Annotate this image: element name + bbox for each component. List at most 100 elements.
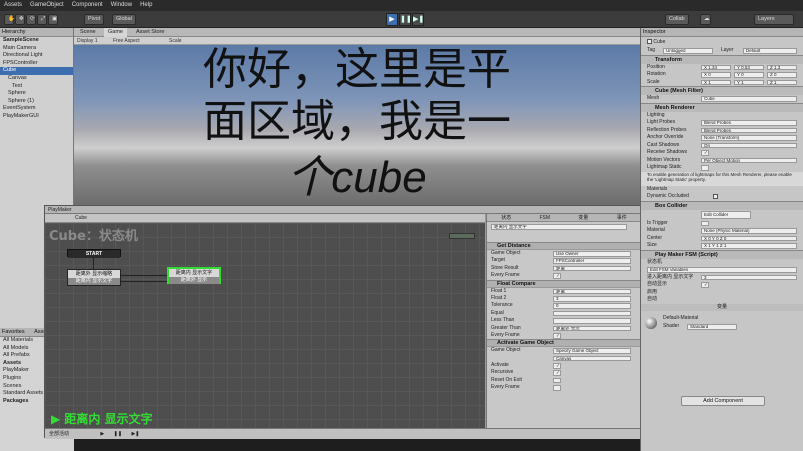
footer-step-icon[interactable]: ▶❚ <box>131 431 139 437</box>
menu-gameobject[interactable]: GameObject <box>26 0 68 11</box>
field-value[interactable]: Specify Game Object <box>553 348 631 354</box>
hierarchy-item[interactable]: Text <box>0 83 73 91</box>
menu-window[interactable]: Window <box>107 0 136 11</box>
shader-dropdown[interactable]: Standard <box>687 324 737 330</box>
z-field[interactable]: Z 0 <box>767 72 797 78</box>
state-event[interactable]: 距离内 显示文字 <box>68 278 120 285</box>
field-value[interactable]: 0 <box>553 303 631 309</box>
action-header-get-distance[interactable]: Get Distance <box>487 242 641 250</box>
hierarchy-item[interactable]: Sphere (1) <box>0 98 73 106</box>
layers-dropdown[interactable]: Layers <box>754 14 794 25</box>
favorites-tab[interactable]: Favorites <box>2 329 25 335</box>
display-dropdown[interactable]: Display 1 <box>77 38 98 44</box>
aspect-dropdown[interactable]: Free Aspect <box>113 38 140 44</box>
field-value[interactable]: 3 <box>553 295 631 302</box>
tab-fsm[interactable]: FSM <box>526 214 565 222</box>
footer-play-icon[interactable]: ▶ <box>100 431 104 437</box>
field-value[interactable]: Per Object Motion <box>701 157 797 164</box>
y-field[interactable]: Y 0.53 <box>734 64 764 71</box>
scale-tool-icon[interactable]: ⤢ <box>37 14 47 25</box>
field-value[interactable]: None (Physic Material) <box>701 228 797 234</box>
move-tool-icon[interactable]: ✥ <box>15 14 25 25</box>
tab-events[interactable]: 事件 <box>603 214 642 222</box>
menu-help[interactable]: Help <box>136 0 156 11</box>
tab-game[interactable]: Game <box>104 28 127 37</box>
field-value[interactable]: X 0 Y 0 Z 0 <box>701 235 797 242</box>
edit-fsm-variables-button[interactable]: Edit FSM Variables <box>647 267 797 273</box>
hierarchy-item[interactable]: Canvas <box>0 75 73 83</box>
hierarchy-tab[interactable]: Hierarchy <box>0 28 73 37</box>
field-checkbox[interactable]: ✓ <box>701 150 709 156</box>
cloud-icon[interactable]: ☁ <box>700 14 711 25</box>
tab-state[interactable]: 状态 <box>487 214 526 222</box>
state-event[interactable]: 距离外 显示 <box>169 277 219 284</box>
box-collider-header[interactable]: Box Collider <box>641 200 803 210</box>
field-value[interactable]: On <box>701 142 797 149</box>
variables-bar[interactable]: 变量 <box>641 303 803 311</box>
field-value[interactable]: FPSController <box>553 258 631 264</box>
step-button[interactable]: ▶❚ <box>412 13 424 26</box>
field-value[interactable]: X 1 Y 1 Z 1 <box>701 243 797 249</box>
dynamic-occluded-checkbox[interactable] <box>713 194 718 199</box>
x-field[interactable]: X 0 <box>701 72 731 78</box>
y-field[interactable]: Y 0 <box>734 72 764 78</box>
game-viewport[interactable]: 你好，这里是平 面区域，我是一 个cube <box>74 45 640 208</box>
pivot-button[interactable]: Pivot <box>84 14 105 25</box>
tab-variables[interactable]: 变量 <box>564 214 603 222</box>
hierarchy-item[interactable]: Directional Light <box>0 52 73 60</box>
minimap-icon[interactable] <box>449 233 475 239</box>
hierarchy-item[interactable]: FPSController <box>0 60 73 68</box>
material-name[interactable]: Default-Material <box>663 315 698 322</box>
active-checkbox[interactable] <box>647 39 652 45</box>
z-field[interactable]: Z 1.3 <box>767 64 797 71</box>
field-checkbox[interactable] <box>701 220 709 227</box>
menu-component[interactable]: Component <box>68 0 107 11</box>
field-value[interactable]: 距离外 显示 <box>553 325 631 332</box>
field-checkbox[interactable]: ✓ <box>553 363 561 369</box>
start-node[interactable]: START <box>67 249 121 258</box>
hierarchy-item[interactable]: Main Camera <box>0 45 73 53</box>
field-value[interactable]: Canvas <box>553 355 631 362</box>
field-value[interactable]: 距离 <box>553 288 631 295</box>
x-field[interactable]: X 1 <box>701 79 731 86</box>
object-name[interactable]: Cube <box>653 39 665 45</box>
rect-tool-icon[interactable]: ▣ <box>48 14 58 25</box>
field-value[interactable]: None (Transform) <box>701 135 797 141</box>
scale-slider-label[interactable]: Scale <box>169 38 182 44</box>
play-button[interactable]: ▶ <box>386 13 398 26</box>
field-value[interactable]: 3 <box>701 274 797 281</box>
hierarchy-item[interactable]: EventSystem <box>0 105 73 113</box>
edit-collider-button[interactable]: Edit Collider <box>701 210 751 219</box>
field-checkbox[interactable]: ✓ <box>701 282 709 288</box>
field-checkbox[interactable]: ✓ <box>553 370 561 377</box>
field-checkbox[interactable]: ✓ <box>553 273 561 279</box>
field-value[interactable]: Blend Probes <box>701 120 797 126</box>
global-button[interactable]: Global <box>112 14 136 25</box>
z-field[interactable]: Z 1 <box>767 79 797 86</box>
pause-button[interactable]: ❚❚ <box>399 13 412 26</box>
field-checkbox[interactable] <box>553 377 561 384</box>
field-value[interactable]: 距离 <box>553 265 631 272</box>
field-value[interactable] <box>553 310 631 317</box>
tag-dropdown[interactable]: Untagged <box>663 48 713 54</box>
playmaker-fsm-header[interactable]: Play Maker FSM (Script) <box>641 249 803 259</box>
footer-pause-icon[interactable]: ❚❚ <box>114 431 122 437</box>
hierarchy-item[interactable]: Sphere <box>0 90 73 98</box>
mesh-filter-header[interactable]: Cube (Mesh Filter) <box>641 86 803 95</box>
state-node-outside[interactable]: 距离外 显示缩略 距离内 显示文字 <box>67 269 121 286</box>
y-field[interactable]: Y 1 <box>734 79 764 86</box>
tab-asset-store[interactable]: Asset Store <box>132 28 168 37</box>
state-node-inside[interactable]: 距离内 显示文字 距离外 显示 <box>167 267 221 284</box>
rotate-tool-icon[interactable]: ⟳ <box>26 14 36 25</box>
menu-assets[interactable]: Assets <box>0 0 26 11</box>
inspector-tab[interactable]: Inspector <box>641 28 803 37</box>
mesh-renderer-header[interactable]: Mesh Renderer <box>641 102 803 112</box>
field-checkbox[interactable] <box>553 385 561 391</box>
field-value[interactable] <box>553 318 631 324</box>
field-value[interactable]: Blend Probes <box>701 127 797 134</box>
collab-button[interactable]: Collab <box>665 14 689 25</box>
hierarchy-item[interactable]: PlayMakerGUI <box>0 113 73 121</box>
hierarchy-item[interactable]: SampleScene <box>0 37 73 45</box>
hand-tool-icon[interactable]: ✋ <box>4 14 15 25</box>
action-header-activate-game-object[interactable]: Activate Game Object <box>487 339 641 348</box>
